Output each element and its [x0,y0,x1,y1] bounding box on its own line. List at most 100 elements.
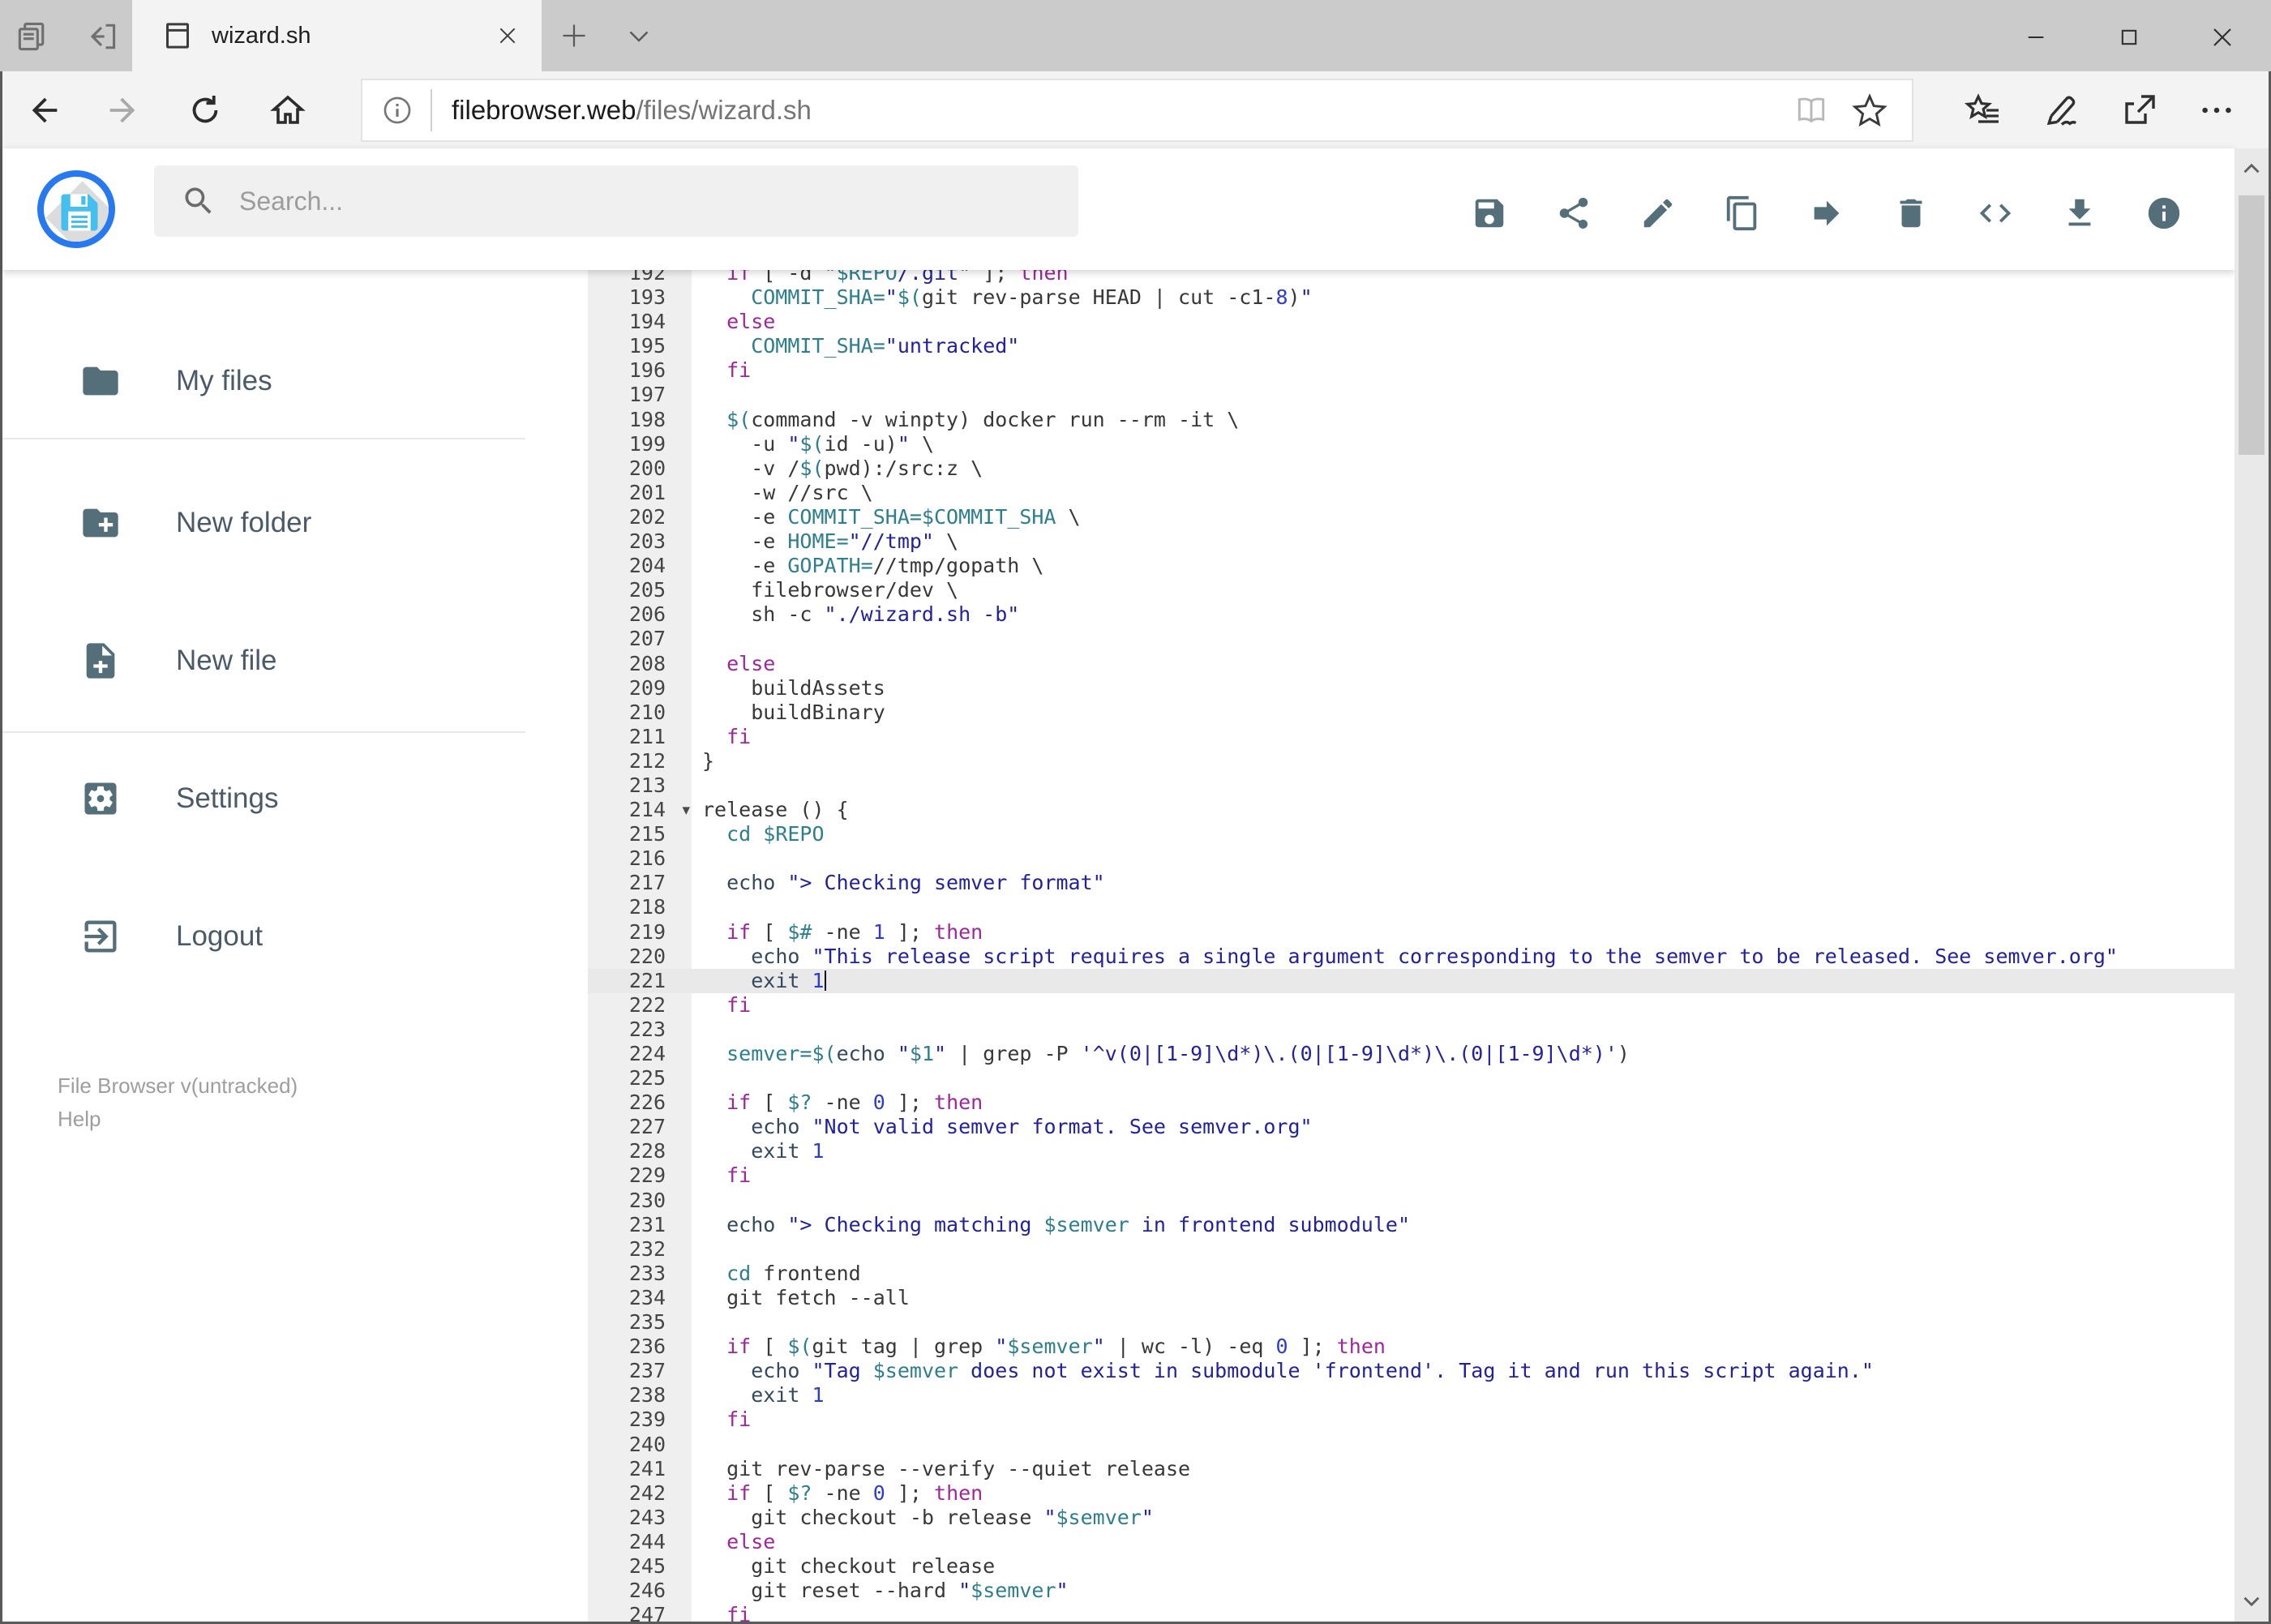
code-line[interactable]: 230 [588,1188,2238,1213]
code-line[interactable]: 233 cd frontend [588,1261,2238,1286]
delete-button[interactable] [1869,185,1953,242]
browser-tab[interactable]: wizard.sh [132,0,542,71]
tab-dropdown-icon[interactable] [613,11,665,60]
scrollbar-thumb[interactable] [2239,195,2265,455]
code-line[interactable]: 223 [588,1017,2238,1042]
code-line[interactable]: 219 if [ $# -ne 1 ]; then [588,919,2238,945]
code-line[interactable]: 200 -v /$(pwd):/src:z \ [588,456,2238,481]
sidebar-item-settings[interactable]: Settings [2,754,588,843]
code-line[interactable]: 245 git checkout release [588,1553,2238,1579]
code-line[interactable]: 222 fi [588,992,2238,1018]
fold-arrow-icon[interactable]: ▾ [682,798,690,822]
code-line[interactable]: 204 -e GOPATH=//tmp/gopath \ [588,554,2238,579]
help-link[interactable]: Help [58,1103,298,1136]
hub-favorites-icon[interactable] [1944,78,2022,143]
more-options-icon[interactable] [2178,78,2256,143]
code-line[interactable]: 214 ▾ release () { [588,798,2238,823]
sidebar-item-new-file[interactable]: New file [2,616,588,705]
page-scrollbar[interactable] [2235,148,2269,1622]
scroll-up-icon[interactable] [2238,155,2265,182]
code-line[interactable]: 217 echo "> Checking semver format" [588,871,2238,896]
sidebar-item-logout[interactable]: Logout [2,892,588,981]
sidebar-item-new-folder[interactable]: New folder [2,478,588,568]
code-line[interactable]: 241 git rev-parse --verify --quiet relea… [588,1456,2238,1481]
code-line[interactable]: 238 exit 1 [588,1383,2238,1408]
code-line[interactable]: 232 [588,1236,2238,1262]
reading-view-icon[interactable] [1782,81,1840,139]
code-line[interactable]: 242 if [ $? -ne 0 ]; then [588,1480,2238,1506]
code-line[interactable]: 235 [588,1310,2238,1335]
filebrowser-logo[interactable] [37,170,115,248]
code-line[interactable]: 193 COMMIT_SHA="$(git rev-parse HEAD | c… [588,285,2238,311]
code-line[interactable]: 221 exit 1 [588,968,2238,993]
site-info-icon[interactable] [380,93,414,127]
search-bar[interactable] [154,165,1078,237]
code-line[interactable]: 246 git reset --hard "$semver" [588,1579,2238,1604]
code-line[interactable]: 201 -w //src \ [588,480,2238,505]
url-field[interactable]: filebrowser.web/files/wizard.sh [361,79,1913,142]
code-line[interactable]: 237 echo "Tag $semver does not exist in … [588,1359,2238,1384]
code-line[interactable]: 228 exit 1 [588,1139,2238,1164]
code-line[interactable]: 229 fi [588,1163,2238,1189]
info-button[interactable] [2122,185,2206,242]
download-button[interactable] [2037,185,2122,242]
code-line[interactable]: 213 [588,773,2238,799]
code-line[interactable]: 197 [588,383,2238,408]
scroll-down-icon[interactable] [2238,1588,2265,1615]
code-line[interactable]: 195 COMMIT_SHA="untracked" [588,334,2238,359]
forward-icon[interactable] [90,71,155,148]
code-line[interactable]: 234 git fetch --all [588,1285,2238,1311]
code-line[interactable]: 243 git checkout -b release "$semver" [588,1505,2238,1530]
url-text[interactable]: filebrowser.web/files/wizard.sh [452,95,1782,126]
close-window-button[interactable] [2175,2,2269,71]
search-input[interactable] [239,186,1078,216]
code-line[interactable]: 225 [588,1066,2238,1091]
code-line[interactable]: 244 else [588,1529,2238,1554]
code-line[interactable]: 211 fi [588,724,2238,749]
code-line[interactable]: 198 $(command -v winpty) docker run --rm… [588,407,2238,432]
code-line[interactable]: 215 cd $REPO [588,822,2238,847]
code-line[interactable]: 206 sh -c "./wizard.sh -b" [588,602,2238,628]
code-line[interactable]: 194 else [588,310,2238,335]
code-line[interactable]: 247 fi [588,1603,2238,1622]
code-line[interactable]: 220 echo "This release script requires a… [588,944,2238,969]
back-icon[interactable] [12,71,77,148]
code-line[interactable]: 207 [588,627,2238,652]
code-line[interactable]: 196 fi [588,358,2238,384]
code-line[interactable]: 231 echo "> Checking matching $semver in… [588,1212,2238,1237]
code-line[interactable]: 224 semver=$(echo "$1" | grep -P '^v(0|[… [588,1042,2238,1067]
code-line[interactable]: 236 if [ $(git tag | grep "$semver" | wc… [588,1335,2238,1360]
code-line[interactable]: 209 buildAssets [588,675,2238,701]
code-line[interactable]: 203 -e HOME="//tmp" \ [588,529,2238,555]
code-line[interactable]: 226 if [ $? -ne 0 ]; then [588,1091,2238,1116]
share-button[interactable] [1532,185,1616,242]
web-note-pen-icon[interactable] [2022,78,2100,143]
code-line[interactable]: 202 -e COMMIT_SHA=$COMMIT_SHA \ [588,504,2238,530]
new-tab-icon[interactable] [548,11,600,60]
sidebar-item-my-files[interactable]: My files [2,336,588,426]
code-button[interactable] [1953,185,2037,242]
code-line[interactable]: 212} [588,748,2238,773]
save-button[interactable] [1447,185,1532,242]
move-button[interactable] [1785,185,1869,242]
code-line[interactable]: 192 if [ -d "$REPO/.git" ]; then [588,270,2238,286]
code-line[interactable]: 240 [588,1432,2238,1457]
set-tabs-aside-icon[interactable] [78,13,125,60]
edit-button[interactable] [1616,185,1700,242]
home-icon[interactable] [255,71,320,148]
code-line[interactable]: 239 fi [588,1408,2238,1433]
copy-button[interactable] [1700,185,1785,242]
code-line[interactable]: 210 buildBinary [588,700,2238,725]
code-line[interactable]: 205 filebrowser/dev \ [588,578,2238,603]
code-line[interactable]: 199 -u "$(id -u)" \ [588,431,2238,456]
code-line[interactable]: 216 [588,846,2238,872]
code-line[interactable]: 208 else [588,651,2238,676]
refresh-icon[interactable] [173,71,238,148]
tab-preview-icon[interactable] [8,13,55,60]
share-page-icon[interactable] [2100,78,2178,143]
favorite-star-icon[interactable] [1840,81,1899,139]
close-tab-icon[interactable] [483,11,532,60]
maximize-button[interactable] [2082,2,2175,71]
code-editor[interactable]: 192 if [ -d "$REPO/.git" ]; then 193 COMM… [588,270,2238,1622]
code-line[interactable]: 227 echo "Not valid semver format. See s… [588,1115,2238,1140]
